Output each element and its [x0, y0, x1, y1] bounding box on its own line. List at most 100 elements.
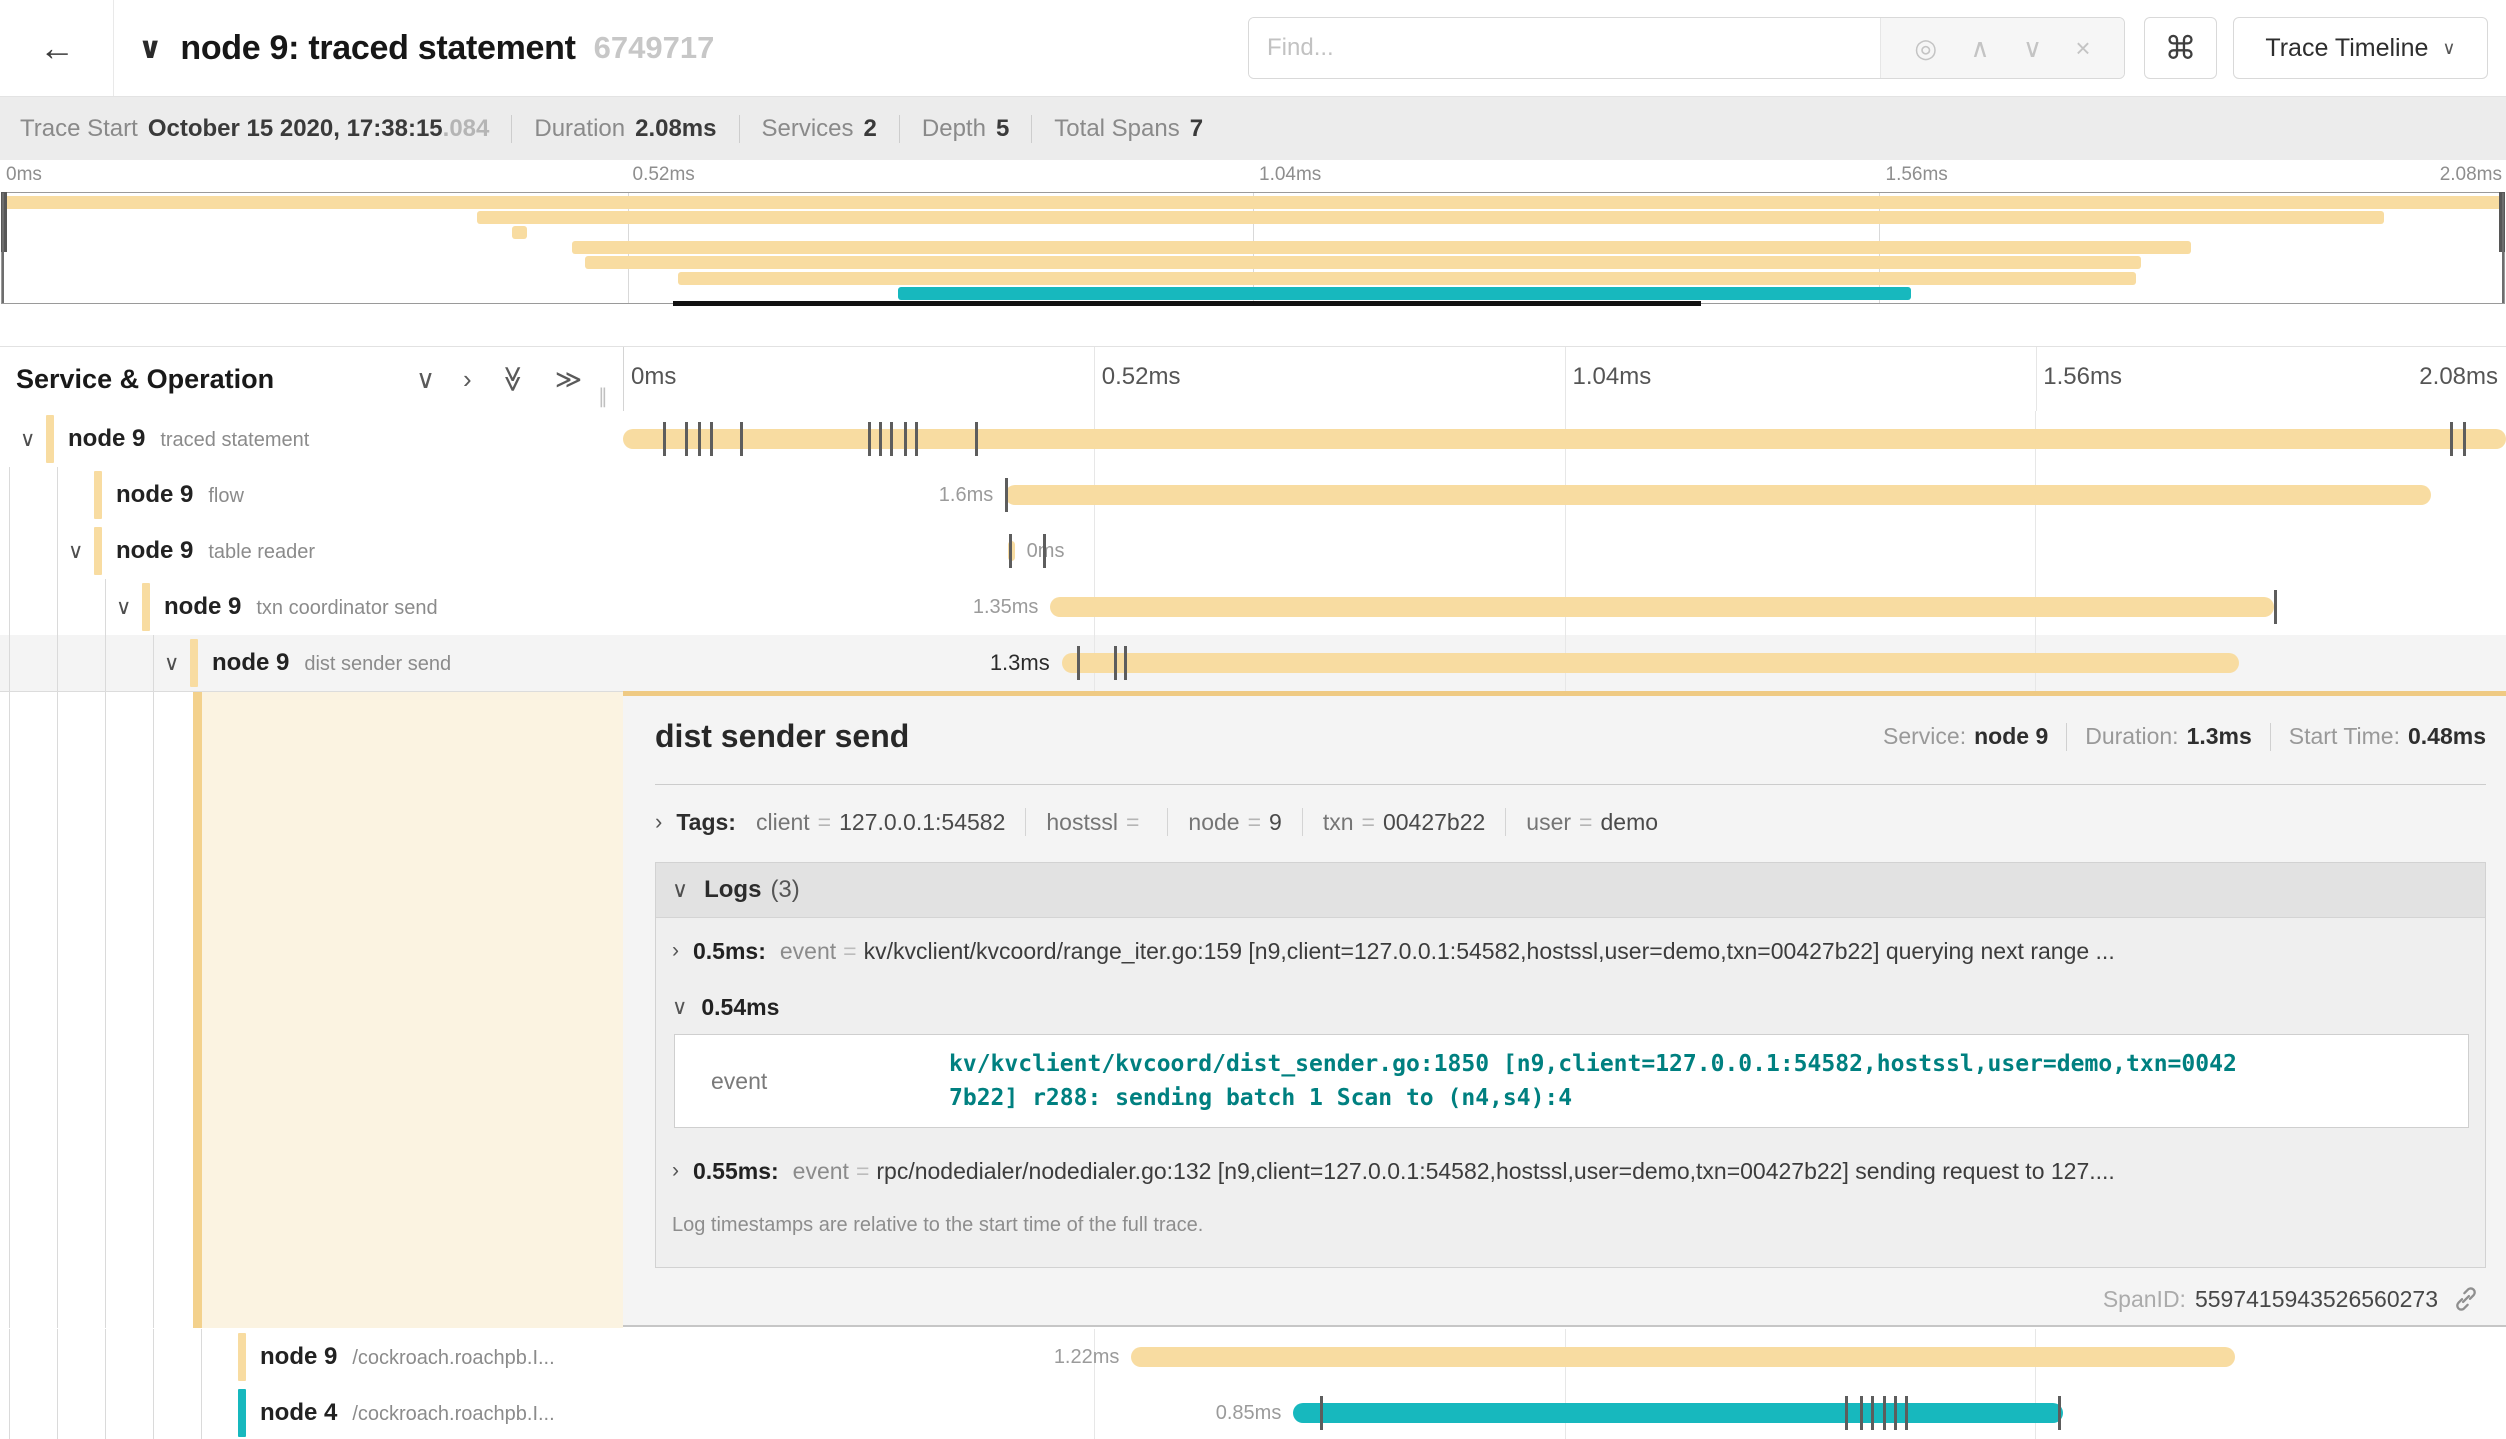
info-value: 5 [996, 115, 1009, 143]
keyboard-shortcuts-button[interactable]: ⌘ [2144, 17, 2217, 79]
span-row-txn-coordinator-send[interactable]: ∨node 9txn coordinator send1.35ms [0, 579, 2506, 635]
span-name-label[interactable]: node 4/cockroach.roachpb.I... [260, 1385, 555, 1439]
tree-guide-line [57, 1329, 58, 1385]
service-name: node 9 [116, 537, 193, 565]
find-input[interactable] [1249, 18, 1880, 78]
span-name-label[interactable]: node 9 dist sender send [212, 635, 451, 691]
span-timeline-column: 1.3ms [623, 635, 2506, 691]
span-row--cockroach-roachpb-i-[interactable]: node 4/cockroach.roachpb.I... 0.85ms [0, 1385, 2506, 1439]
span-name-label[interactable]: node 9traced statement [68, 411, 309, 467]
chevron-down-icon[interactable]: ∨ [164, 635, 179, 691]
span-duration-bar[interactable] [1062, 653, 2239, 673]
logs-header[interactable]: ∨ Logs (3) [656, 863, 2485, 918]
collapse-all-icon[interactable]: ≫ [500, 365, 526, 392]
log-marker-tick [904, 422, 907, 456]
tree-guide-line [9, 1385, 10, 1439]
log-equals: = [843, 938, 856, 965]
separator [1025, 808, 1026, 836]
span-row-flow[interactable]: node 9flow1.6ms [0, 467, 2506, 523]
span-color-bar [94, 471, 102, 519]
span-row--cockroach-roachpb-i-[interactable]: node 9/cockroach.roachpb.I...1.22ms [0, 1329, 2506, 1385]
minimap-span-bar [585, 256, 2141, 269]
clear-search-icon[interactable]: × [2075, 33, 2090, 64]
logs-section: ∨ Logs (3) › 0.5ms: event = kv/kvclient/… [655, 862, 2486, 1268]
span-name-label[interactable]: node 9/cockroach.roachpb.I... [260, 1329, 555, 1385]
collapse-one-icon[interactable]: ∨ [416, 366, 435, 392]
log-marker-tick [1860, 1396, 1863, 1430]
span-row-dist-sender-send[interactable]: ∨ node 9 dist sender send 1.3ms [0, 635, 2506, 691]
tag-equals: = [1248, 809, 1261, 836]
span-name-label[interactable]: node 9txn coordinator send [164, 579, 438, 635]
tags-row[interactable]: › Tags: client=127.0.0.1:54582hostssl=no… [655, 799, 2486, 845]
log-entry[interactable]: › 0.5ms: event = kv/kvclient/kvcoord/ran… [656, 918, 2485, 984]
span-name-column: node 9/cockroach.roachpb.I... [0, 1329, 623, 1385]
minimap-tick-label: 0ms [6, 164, 42, 186]
log-marker-tick [1845, 1396, 1848, 1430]
expand-one-icon[interactable]: › [463, 366, 472, 392]
tree-guide-line [105, 635, 106, 691]
log-marker-tick [1005, 478, 1008, 512]
next-match-icon[interactable]: ∨ [2023, 33, 2042, 64]
info-item-total-spans: Total Spans7 [1054, 115, 1203, 143]
log-marker-tick [1320, 1396, 1323, 1430]
operation-name: dist sender send [304, 653, 451, 676]
tree-guide-line [57, 523, 58, 579]
span-duration-bar[interactable] [1005, 485, 2430, 505]
timeline-column-header: Service & Operation ∨›≫≫ ∥ 0ms0.52ms1.04… [0, 346, 2506, 412]
tag-key: user [1526, 809, 1571, 836]
log-marker-tick [1894, 1396, 1897, 1430]
collapse-controls: ∨ › ≫ ≫ [416, 347, 582, 411]
log-entry[interactable]: › 0.55ms: event = rpc/nodedialer/nodedia… [656, 1138, 2485, 1204]
page-title: node 9: traced statement [180, 29, 575, 68]
log-marker-tick [1043, 534, 1046, 568]
info-value: October 15 2020, 17:38:15 [148, 115, 443, 143]
deep-link-icon[interactable] [2452, 1285, 2480, 1313]
view-select-button[interactable]: Trace Timeline ∨ [2233, 17, 2488, 79]
span-timeline-column: 0ms [623, 523, 2506, 579]
span-color-bar [238, 1389, 246, 1437]
log-time: 0.54ms [701, 994, 779, 1021]
trace-collapse-chevron-icon[interactable]: ∨ [138, 31, 162, 66]
span-name-label[interactable]: node 9table reader [116, 523, 315, 579]
timeline-tick-label: 2.08ms [2419, 363, 2498, 391]
expand-all-icon[interactable]: ≫ [555, 366, 582, 392]
chevron-right-icon: › [672, 1159, 679, 1183]
log-key: event [780, 938, 836, 965]
tree-guide-line [201, 1329, 202, 1385]
span-duration-bar[interactable] [1131, 1347, 2234, 1367]
timeline-tick-label: 0.52ms [1102, 363, 1181, 391]
top-header-bar: ← ∨ node 9: traced statement 6749717 ◎∧∨… [0, 0, 2506, 97]
locate-icon[interactable]: ◎ [1914, 33, 1937, 64]
view-select-label: Trace Timeline [2265, 34, 2428, 63]
span-duration-label: 1.3ms [990, 635, 1050, 691]
log-entry-expanded-header[interactable]: ∨ 0.54ms [656, 984, 2485, 1030]
tag-key: txn [1323, 809, 1354, 836]
service-name: node 9 [68, 425, 145, 453]
logs-count: (3) [770, 876, 799, 904]
info-value: 7 [1190, 115, 1203, 143]
span-row-traced-statement[interactable]: ∨ node 9traced statement [0, 411, 2506, 467]
chevron-down-icon[interactable]: ∨ [20, 411, 35, 467]
log-marker-tick [1871, 1396, 1874, 1430]
service-name: node 9 [212, 649, 289, 677]
span-timeline-column: 0.85ms [623, 1385, 2506, 1439]
tag-txn: txn=00427b22 [1323, 809, 1485, 836]
span-duration-bar[interactable] [1050, 597, 2274, 617]
timeline-tick-label: 0ms [631, 363, 676, 391]
span-name-column: ∨ node 9table reader [0, 523, 623, 579]
minimap-canvas[interactable] [1, 192, 2505, 304]
log-marker-tick [1883, 1396, 1886, 1430]
prev-match-icon[interactable]: ∧ [1971, 33, 1990, 64]
chevron-down-icon: ∨ [672, 877, 688, 903]
chevron-right-icon: › [672, 939, 679, 963]
span-duration-bar[interactable] [1293, 1403, 2063, 1423]
back-button[interactable]: ← [14, 0, 100, 96]
column-resize-grip[interactable]: ∥ [598, 384, 608, 409]
span-name-label[interactable]: node 9flow [116, 467, 244, 523]
span-row-table-reader[interactable]: ∨ node 9table reader 0ms [0, 523, 2506, 579]
chevron-down-icon[interactable]: ∨ [116, 579, 131, 635]
span-id-label: SpanID: [2103, 1286, 2186, 1313]
minimap-tick-label: 1.56ms [1886, 164, 1948, 186]
tag-equals: = [818, 809, 831, 836]
chevron-down-icon[interactable]: ∨ [68, 523, 83, 579]
